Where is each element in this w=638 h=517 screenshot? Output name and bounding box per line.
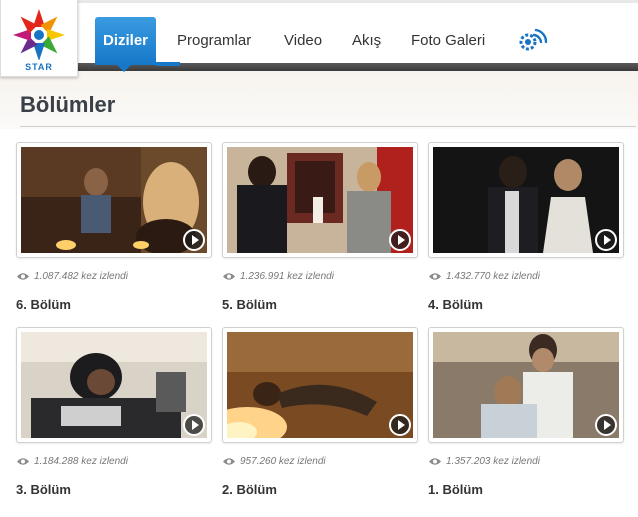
play-button[interactable] (595, 229, 617, 251)
view-count-text: 1.432.770 kez izlendi (446, 271, 540, 282)
nav-item-video[interactable]: Video (284, 17, 322, 65)
episode-thumbnail[interactable] (428, 142, 624, 258)
view-count-text: 1.184.288 kez izlendi (34, 456, 128, 467)
eye-icon (223, 458, 235, 465)
episode-title[interactable]: 2. Bölüm (222, 482, 277, 497)
eye-icon (429, 458, 441, 465)
page-title: Bölümler (20, 92, 116, 117)
episode-thumbnail[interactable] (16, 142, 212, 258)
view-count: 1.087.482 kez izlendi (16, 271, 128, 282)
play-button[interactable] (183, 229, 205, 251)
episode-thumbnail[interactable] (428, 327, 624, 443)
eye-icon (223, 273, 235, 280)
episode-image (227, 147, 413, 253)
nav-active-underline (156, 62, 180, 66)
episode-image (433, 147, 619, 253)
logo-text: STAR (25, 62, 53, 72)
play-button[interactable] (183, 414, 205, 436)
view-count: 1.236.991 kez izlendi (222, 271, 334, 282)
play-button[interactable] (595, 414, 617, 436)
view-count: 1.184.288 kez izlendi (16, 456, 128, 467)
episode-thumbnail[interactable] (222, 142, 418, 258)
view-count: 1.357.203 kez izlendi (428, 456, 540, 467)
view-count: 1.432.770 kez izlendi (428, 271, 540, 282)
episode-thumbnail[interactable] (16, 327, 212, 443)
star-logo-icon (13, 9, 65, 60)
play-button[interactable] (389, 414, 411, 436)
episode-title[interactable]: 5. Bölüm (222, 297, 277, 312)
view-count-text: 1.236.991 kez izlendi (240, 271, 334, 282)
eye-icon (429, 273, 441, 280)
episode-thumbnail[interactable] (222, 327, 418, 443)
episode-image (227, 332, 413, 438)
view-count-text: 1.357.203 kez izlendi (446, 456, 540, 467)
episode-title[interactable]: 1. Bölüm (428, 482, 483, 497)
eye-icon (17, 273, 29, 280)
nav-item-akis[interactable]: Akış (352, 17, 381, 65)
episode-image (433, 332, 619, 438)
nav-item-foto-galeri[interactable]: Foto Galeri (411, 17, 485, 65)
view-count-text: 1.087.482 kez izlendi (34, 271, 128, 282)
play-button[interactable] (389, 229, 411, 251)
episode-image (21, 332, 207, 438)
eye-icon (17, 458, 29, 465)
title-divider (20, 126, 636, 127)
view-count: 957.260 kez izlendi (222, 456, 326, 467)
episode-title[interactable]: 3. Bölüm (16, 482, 71, 497)
star-logo[interactable]: STAR (0, 0, 78, 77)
view-count-text: 957.260 kez izlendi (240, 456, 326, 467)
episode-title[interactable]: 6. Bölüm (16, 297, 71, 312)
header-topline (0, 0, 638, 3)
nav-item-programlar[interactable]: Programlar (177, 17, 251, 65)
episode-title[interactable]: 4. Bölüm (428, 297, 483, 312)
signal-icon[interactable] (516, 26, 550, 54)
nav-item-diziler[interactable]: Diziler (95, 17, 157, 72)
episode-image (21, 147, 207, 253)
